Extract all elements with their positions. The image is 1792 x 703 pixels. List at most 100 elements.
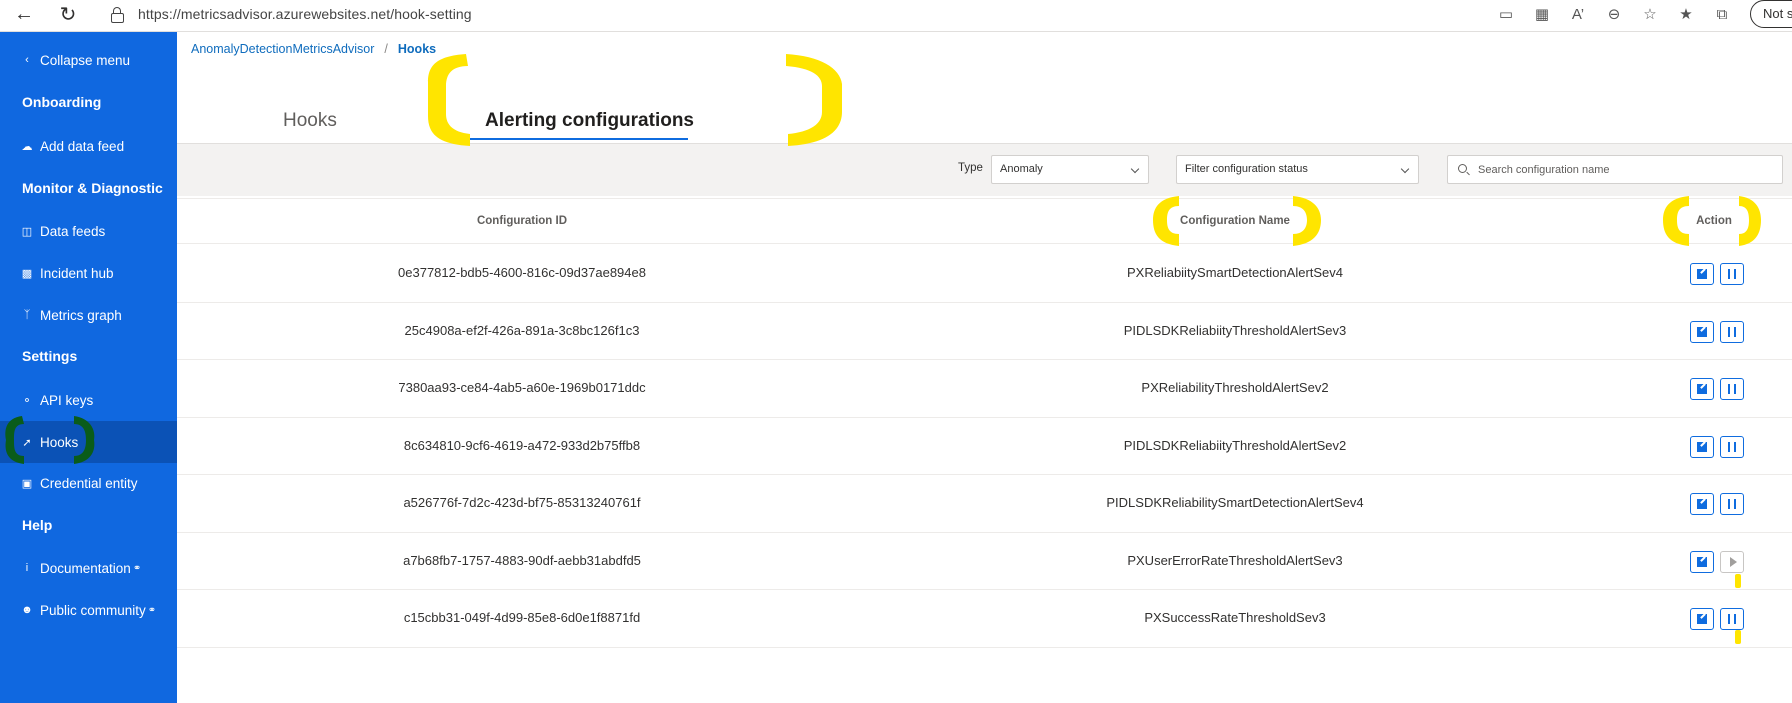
table-row[interactable]: c15cbb31-049f-4d99-85e8-6d0e1f8871fd PXSu… [177,590,1792,648]
external-link-icon: ⚭ [147,604,157,616]
collapse-menu-button[interactable]: ‹ Collapse menu [0,42,177,78]
people-icon: ☻ [21,604,33,616]
sidebar-item-credential-entity[interactable]: ▣ Credential entity [0,465,177,501]
configuration-id-cell: 8c634810-9cf6-4619-a472-933d2b75ffb8 [403,437,641,453]
edit-icon [1697,441,1707,452]
sidebar-item-label: Data feeds [40,223,106,239]
browser-icon-group: ▭ ▦ A’ ⊖ ☆ ★ ⧉ [1496,4,1732,24]
configuration-name-cell: PIDLSDKReliabiityThresholdAlertSev3 [1123,322,1347,338]
edit-button[interactable] [1690,320,1714,343]
pause-button[interactable] [1720,263,1744,285]
grid-icon[interactable]: ▦ [1532,4,1552,24]
collections-icon[interactable]: ⧉ [1712,4,1732,24]
type-label: Type [958,162,983,174]
edit-icon [1697,269,1707,279]
favorites-icon[interactable]: ★ [1676,4,1696,24]
table-row[interactable]: a526776f-7d2c-423d-bf75-85313240761f PIDL… [177,475,1792,533]
edit-button[interactable] [1690,493,1714,515]
yellow-highlight-mark [1293,196,1321,246]
cloud-upload-icon: ☁ [21,140,33,153]
configuration-id-cell: a526776f-7d2c-423d-bf75-85313240761f [403,495,641,510]
yellow-highlight-mark [1739,196,1761,246]
collapse-menu-label: Collapse menu [40,52,131,68]
breadcrumb-root[interactable]: AnomalyDetectionMetricsAdvisor [191,42,374,56]
sidebar: ‹ Collapse menu Onboarding ☁ Add data fe… [0,32,177,703]
lock-icon[interactable] [110,7,124,23]
sidebar-item-data-feeds[interactable]: ◫ Data feeds [0,213,177,249]
table-row[interactable]: 0e377812-bdb5-4600-816c-09d37ae894e8 PXRe… [177,245,1792,303]
pause-icon [1728,441,1736,452]
pause-button[interactable] [1720,378,1744,400]
edit-icon [1697,326,1707,337]
table-row[interactable]: a7b68fb7-1757-4883-90df-aebb31abdfd5 PXUs… [177,533,1792,590]
pause-icon [1728,326,1736,337]
table-row[interactable]: 7380aa93-ce84-4ab5-a60e-1969b0171ddc PXRe… [177,360,1792,418]
database-icon: ◫ [21,225,33,238]
sidebar-item-metrics-graph[interactable]: ᛉ Metrics graph [0,297,177,333]
url-text[interactable]: https://metricsadvisor.azurewebsites.net… [138,6,472,22]
pause-button[interactable] [1720,493,1744,515]
tab-bar: Hooks Alerting configurations [177,72,1792,144]
configuration-name-cell: PXReliabiitySmartDetectionAlertSev4 [1126,265,1344,280]
configuration-id-cell: c15cbb31-049f-4d99-85e8-6d0e1f8871fd [403,610,641,625]
profile-button[interactable]: Not s [1750,0,1792,28]
zoom-out-icon[interactable]: ⊖ [1604,4,1624,24]
chevron-down-icon [1130,164,1140,174]
pause-icon [1728,499,1736,509]
pause-button[interactable] [1720,320,1744,343]
search-box[interactable] [1447,155,1783,184]
edit-button[interactable] [1690,263,1714,285]
edit-button[interactable] [1690,378,1714,400]
search-icon [1458,164,1467,173]
section-help: Help [22,517,53,533]
edit-button[interactable] [1690,550,1714,573]
search-input[interactable] [1478,160,1768,180]
chevron-down-icon [1400,164,1410,174]
yellow-highlight-mark [1153,196,1179,246]
sidebar-item-incident-hub[interactable]: ▩ Incident hub [0,255,177,291]
edit-icon [1697,556,1707,567]
sidebar-item-add-data-feed[interactable]: ☁ Add data feed [0,128,177,164]
pause-button[interactable] [1720,435,1744,458]
edit-icon [1697,384,1707,394]
play-icon [1729,556,1737,567]
edit-button[interactable] [1690,435,1714,458]
sidebar-item-label: Metrics graph [40,307,122,323]
back-icon[interactable]: ← [8,0,40,28]
type-dropdown[interactable]: Anomaly [991,155,1149,184]
sidebar-item-documentation[interactable]: i Documentation ⚭ [0,550,177,586]
configuration-id-cell: 7380aa93-ce84-4ab5-a60e-1969b0171ddc [398,380,646,395]
app-available-icon[interactable]: ▭ [1496,4,1516,24]
section-monitor: Monitor & Diagnostic [22,180,163,196]
filter-bar: Type Anomaly Filter configuration status [177,144,1792,196]
address-bar[interactable]: https://metricsadvisor.azurewebsites.net… [110,2,1410,26]
read-aloud-icon[interactable]: A’ [1568,4,1588,24]
status-dropdown-placeholder: Filter configuration status [1185,163,1308,175]
tab-hooks[interactable]: Hooks [283,110,337,132]
add-favorite-icon[interactable]: ☆ [1640,4,1660,24]
sidebar-item-label: Add data feed [40,138,125,154]
yellow-highlight-mark [428,54,470,146]
graph-icon: ᛉ [23,309,31,321]
table-header: Configuration ID Configuration Name Acti… [177,198,1792,244]
table-row[interactable]: 8c634810-9cf6-4619-a472-933d2b75ffb8 PIDL… [177,418,1792,475]
table-row[interactable]: 25c4908a-ef2f-426a-891a-3c8bc126f1c3 PIDL… [177,303,1792,360]
configuration-name-cell: PIDLSDKReliabiityThresholdAlertSev2 [1123,437,1347,453]
configuration-id-cell: 25c4908a-ef2f-426a-891a-3c8bc126f1c3 [404,322,640,338]
pause-icon [1728,269,1736,279]
yellow-highlight-mark [1663,196,1689,246]
sidebar-item-label: Incident hub [40,265,114,281]
configuration-id-cell: a7b68fb7-1757-4883-90df-aebb31abdfd5 [403,552,641,568]
status-dropdown[interactable]: Filter configuration status [1176,155,1419,184]
refresh-icon[interactable]: ↻ [52,0,84,28]
section-settings: Settings [22,348,78,364]
configuration-name-cell: PXUserErrorRateThresholdAlertSev3 [1127,552,1343,568]
key-icon: ⚬ [22,394,32,407]
main-content: AnomalyDetectionMetricsAdvisor / Hooks H… [177,32,1792,703]
resume-button[interactable] [1720,550,1744,573]
edit-button[interactable] [1690,608,1714,630]
info-icon: i [25,562,29,574]
header-configuration-id[interactable]: Configuration ID [477,215,567,227]
sidebar-item-public-community[interactable]: ☻ Public community ⚭ [0,592,177,628]
breadcrumb-separator: / [384,42,388,56]
